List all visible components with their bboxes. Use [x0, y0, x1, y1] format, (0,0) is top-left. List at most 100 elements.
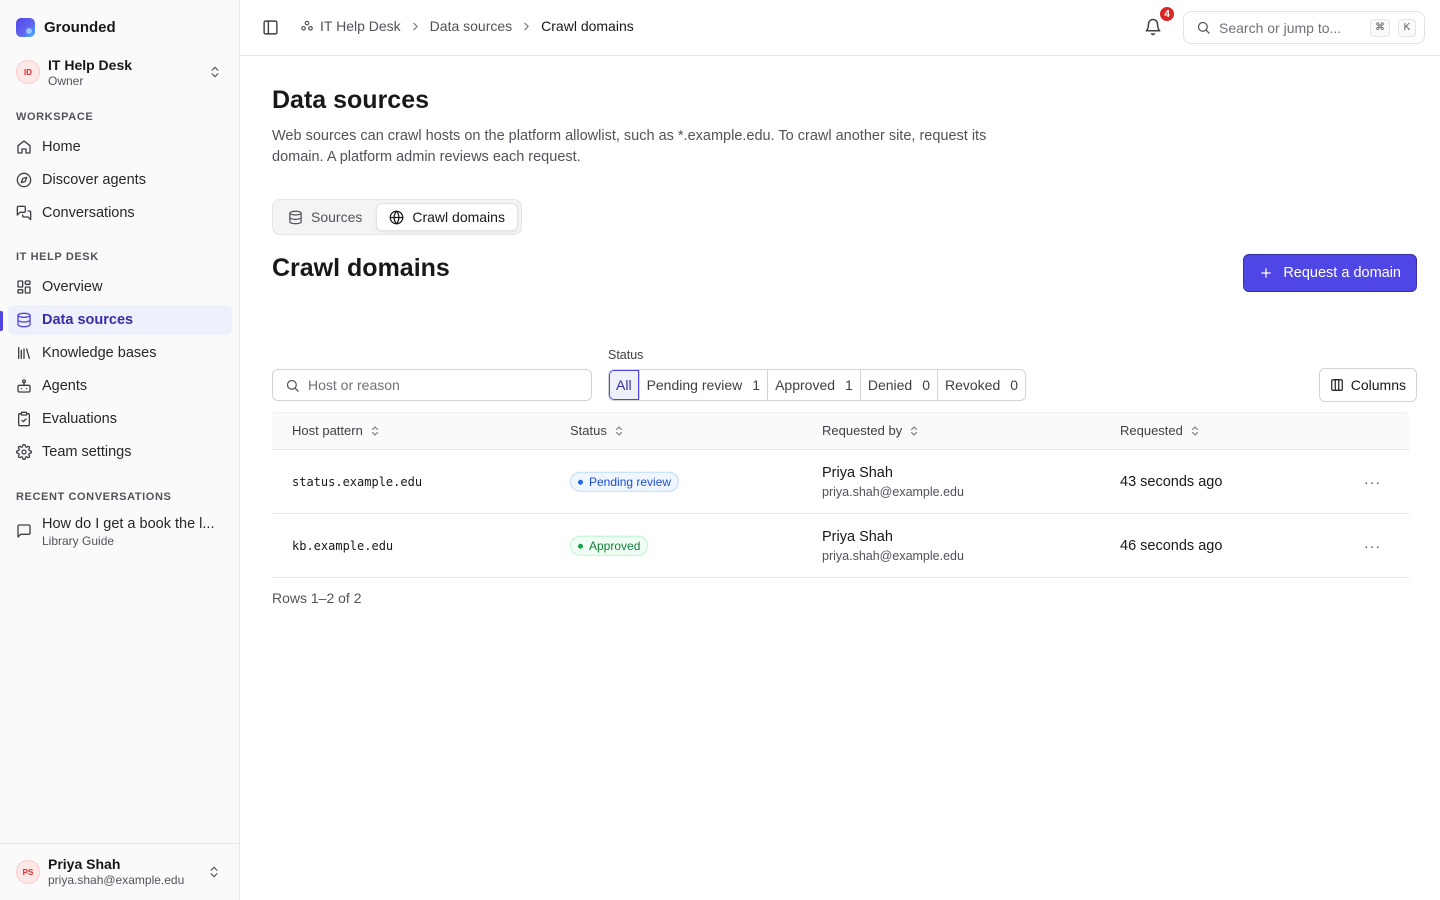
plus-icon [1261, 268, 1272, 278]
column-header-label: Host pattern [292, 423, 363, 438]
sidebar-item-label: Knowledge bases [42, 345, 157, 361]
sidebar-item-discover-agents[interactable]: Discover agents [8, 165, 232, 195]
bell-icon[interactable] [1144, 18, 1162, 36]
status-filter-all[interactable]: All [609, 370, 640, 400]
row-actions-button[interactable]: ··· [1364, 538, 1381, 554]
sort-icon [371, 426, 378, 435]
pagination-info: Rows 1–2 of 2 [272, 590, 362, 606]
database-icon [17, 312, 31, 328]
recent-section-label: RECENT CONVERSATIONS [16, 491, 172, 503]
recent-conversation-agent: Library Guide [42, 534, 115, 548]
global-search-input[interactable]: Search or jump to... ⌘ K [1183, 11, 1425, 44]
user-avatar: PS [16, 860, 40, 884]
tab-crawl-domains[interactable]: Crawl domains [376, 203, 518, 231]
requested-by-cell: Priya Shah priya.shah@example.edu [822, 527, 964, 565]
request-domain-label: Request a domain [1283, 265, 1401, 281]
columns-button[interactable]: Columns [1318, 368, 1417, 402]
page-description: Web sources can crawl hosts on the platf… [272, 128, 987, 165]
status-filter-approved[interactable]: Approved 1 [768, 370, 861, 400]
breadcrumb-item-data-sources[interactable]: Data sources [430, 18, 512, 34]
status-badge-label: Pending review [589, 474, 672, 489]
crawl-domains-table: Host pattern Status Requested by Request… [272, 412, 1409, 578]
database-icon [289, 210, 302, 224]
status-filter: All Pending review 1 Approved 1 Denied 0… [608, 369, 1027, 401]
status-filter-option-label: Revoked [945, 377, 1001, 393]
active-indicator [0, 311, 3, 331]
recent-conversation-item[interactable]: How do I get a book the l... Library Gui… [8, 510, 232, 554]
brand[interactable]: Grounded [16, 18, 116, 37]
clipboard-check-icon [18, 411, 30, 427]
chevron-right-icon [409, 20, 422, 33]
gear-icon [16, 444, 32, 460]
column-header-label: Status [570, 423, 607, 438]
column-header-label: Requested by [822, 423, 903, 438]
sidebar-item-label: Evaluations [42, 411, 117, 427]
status-filter-revoked[interactable]: Revoked 0 [938, 370, 1025, 400]
sidebar-item-label: Conversations [42, 205, 135, 221]
sidebar-item-home[interactable]: Home [8, 132, 232, 162]
host-search-field[interactable] [272, 369, 592, 401]
requester-email: priya.shah@example.edu [822, 484, 964, 499]
globe-icon [389, 210, 404, 224]
host-search-input[interactable] [308, 377, 568, 393]
brand-name: Grounded [44, 19, 116, 36]
app-root: Grounded ID IT Help Desk Owner WORKSPACE… [0, 0, 1440, 900]
column-header-status[interactable]: Status [570, 423, 625, 438]
shortcut-key-k: K [1398, 18, 1416, 37]
column-header-requested[interactable]: Requested [1120, 423, 1201, 438]
sidebar-item-overview[interactable]: Overview [8, 272, 232, 302]
table-row[interactable]: kb.example.edu Approved Priya Shah priya… [272, 514, 1409, 578]
breadcrumb-item-org[interactable]: IT Help Desk [300, 18, 401, 34]
status-filter-option-label: All [616, 377, 632, 393]
sidebar-item-label: Team settings [42, 444, 132, 460]
sidebar-item-knowledge-bases[interactable]: Knowledge bases [8, 338, 232, 368]
shortcut-key-cmd: ⌘ [1370, 18, 1390, 37]
host-pattern-cell: status.example.edu [292, 474, 423, 489]
requested-by-cell: Priya Shah priya.shah@example.edu [822, 463, 964, 501]
requester-email: priya.shah@example.edu [822, 548, 964, 563]
column-header-requested-by[interactable]: Requested by [822, 423, 920, 438]
status-filter-option-count: 0 [1010, 377, 1019, 393]
tab-sources[interactable]: Sources [276, 203, 374, 231]
status-dot [578, 479, 583, 485]
breadcrumb: IT Help Desk Data sources Crawl domains [300, 18, 634, 34]
sidebar: Grounded ID IT Help Desk Owner WORKSPACE… [0, 0, 240, 900]
status-filter-denied[interactable]: Denied 0 [861, 370, 938, 400]
sidebar-item-conversations[interactable]: Conversations [8, 198, 232, 228]
status-badge-label: Approved [589, 538, 641, 553]
org-section-label: IT HELP DESK [16, 251, 99, 263]
breadcrumb-item-current: Crawl domains [541, 18, 634, 34]
sort-icon [1191, 426, 1198, 435]
sidebar-item-label: Discover agents [42, 172, 146, 188]
grid-icon [17, 280, 31, 294]
host-pattern-cell: kb.example.edu [292, 538, 394, 553]
status-filter-option-count: 1 [752, 377, 761, 393]
org-switcher[interactable]: ID IT Help Desk Owner [8, 52, 232, 92]
status-filter-option-label: Denied [867, 377, 913, 393]
chevrons-up-down-icon [210, 866, 218, 878]
row-actions-button[interactable]: ··· [1364, 474, 1381, 490]
status-cell: Pending review [570, 471, 680, 492]
status-filter-pending-review[interactable]: Pending review 1 [640, 370, 769, 400]
sidebar-item-label: Home [42, 139, 81, 155]
status-filter-option-count: 1 [845, 377, 853, 393]
sidebar-item-data-sources[interactable]: Data sources [8, 305, 232, 335]
sidebar-item-team-settings[interactable]: Team settings [8, 437, 232, 467]
request-domain-button[interactable]: Request a domain [1243, 254, 1417, 292]
user-email: priya.shah@example.edu [48, 873, 185, 887]
user-menu[interactable]: PS Priya Shah priya.shah@example.edu [0, 843, 239, 900]
team-icon [301, 20, 313, 31]
org-avatar: ID [16, 60, 40, 84]
sidebar-item-evaluations[interactable]: Evaluations [8, 404, 232, 434]
table-row[interactable]: status.example.edu Pending review Priya … [272, 450, 1409, 514]
status-badge: Pending review [570, 471, 680, 492]
compass-icon [16, 172, 32, 188]
requester-name: Priya Shah [822, 528, 893, 545]
sidebar-item-agents[interactable]: Agents [8, 371, 232, 401]
sidebar-toggle-icon[interactable] [262, 19, 279, 36]
home-icon [17, 140, 31, 154]
status-filter-label: Status [608, 348, 644, 362]
tab-label: Crawl domains [412, 209, 505, 225]
columns-button-label: Columns [1350, 377, 1406, 393]
column-header-host-pattern[interactable]: Host pattern [292, 423, 381, 438]
